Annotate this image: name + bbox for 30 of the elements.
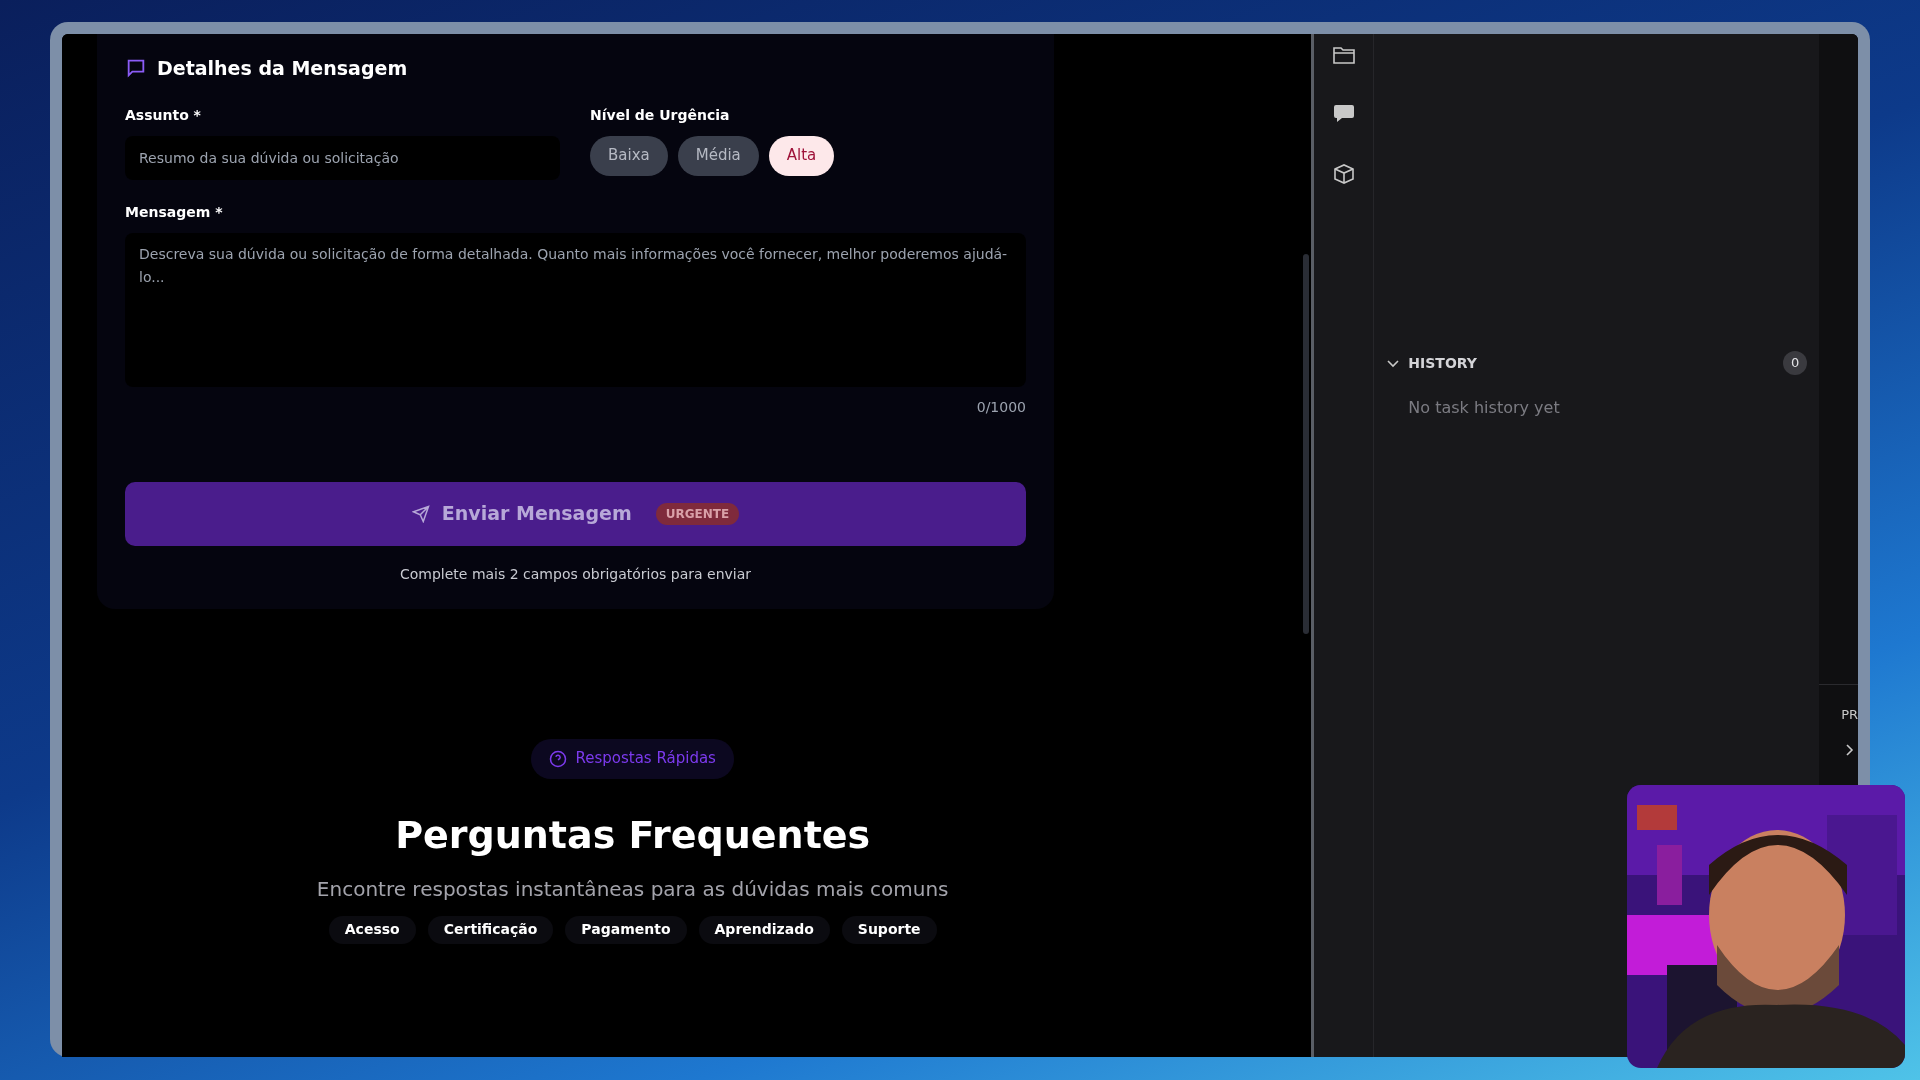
subject-field[interactable]: Resumo da sua dúvida ou solicitação <box>125 135 560 180</box>
category-tab[interactable]: Aprendizado <box>698 915 830 944</box>
faq-subtitle: Encontre respostas instantâneas para as dúvidas mais comuns <box>316 875 949 903</box>
category-tab[interactable]: Suporte <box>841 915 937 944</box>
badge-text: Respostas Rápidas <box>575 748 716 770</box>
message-icon <box>125 57 147 80</box>
field-label: Nível de Urgência <box>590 105 731 125</box>
category-tab[interactable]: Pagamento <box>565 915 687 944</box>
box-icon[interactable] <box>1331 162 1356 186</box>
helper-text: Complete mais 2 campos obrigatórios para enviar <box>399 564 752 584</box>
section-title: Detalhes da Mensagem <box>157 56 408 81</box>
field-label: Assunto * <box>125 105 202 125</box>
faq-heading: Perguntas Frequentes <box>395 811 871 859</box>
chevron-icon[interactable] <box>1845 742 1856 757</box>
urgent-badge: URGENTE <box>655 502 740 525</box>
history-header[interactable]: HISTORY 0 <box>1384 348 1810 378</box>
field-label: Mensagem * <box>125 202 224 222</box>
send-icon <box>411 504 430 523</box>
empty-history-text: No task history yet <box>1408 397 1561 419</box>
help-icon <box>549 749 568 768</box>
urgency-option[interactable]: Baixa <box>590 135 668 176</box>
folder-icon[interactable] <box>1331 44 1356 66</box>
urgency-option[interactable]: Alta <box>768 135 835 176</box>
message-field[interactable]: Descreva sua dúvida ou solicitação de forma detalhada. Quanto mais informações você fornecer, melhor poderemos ajudá-lo... <box>125 232 1026 387</box>
category-tab[interactable]: Acesso <box>328 915 416 944</box>
urgency-option[interactable]: Média <box>677 135 759 176</box>
character-counter: 0/1000 <box>976 397 1026 417</box>
category-tab[interactable]: Certificação <box>427 915 554 944</box>
panel-label: PR <box>1841 706 1858 724</box>
count-badge: 0 <box>1783 351 1808 375</box>
